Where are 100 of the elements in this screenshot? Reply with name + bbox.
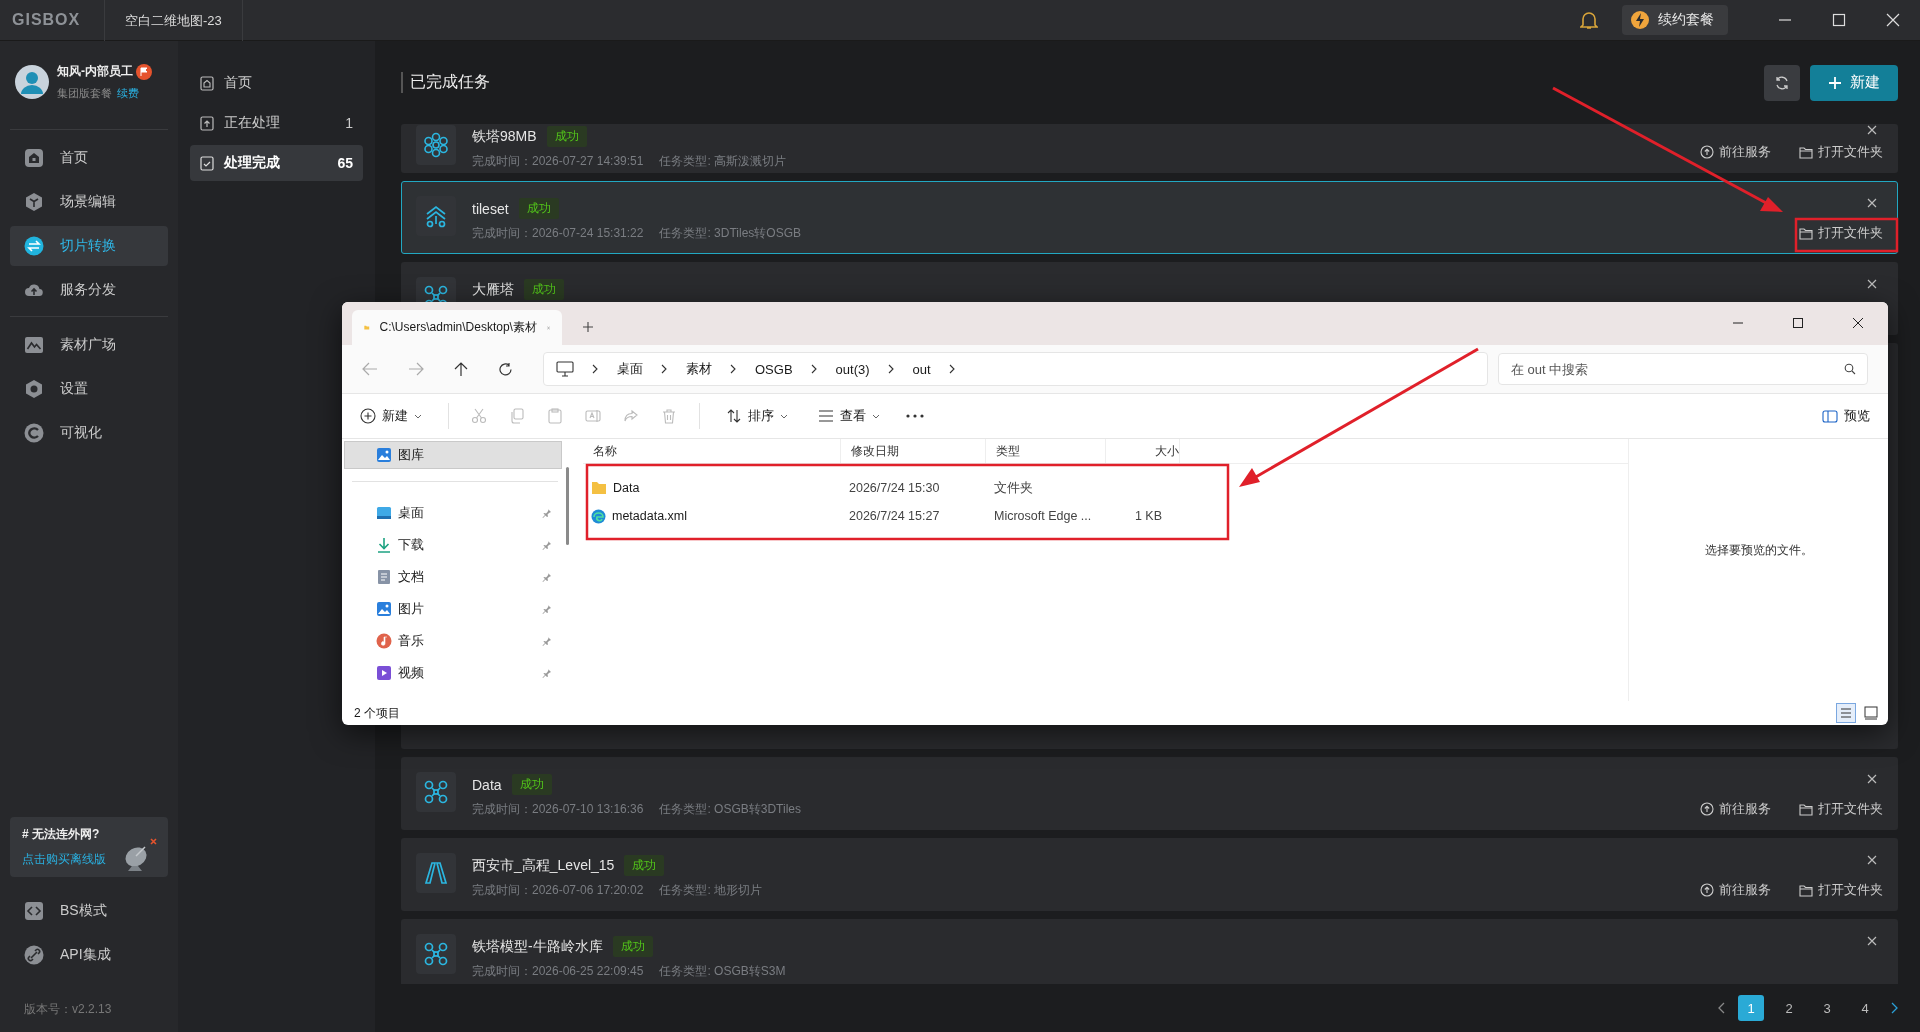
nav-pane-item[interactable]: 视频 — [344, 660, 562, 686]
next-page-icon[interactable] — [1890, 1002, 1898, 1014]
link-icon — [24, 945, 44, 965]
nav-pane-item[interactable]: 文档 — [344, 564, 562, 590]
pin-icon[interactable] — [542, 636, 552, 646]
chevron-icon[interactable] — [887, 364, 895, 374]
nav-item[interactable]: 设置 — [10, 369, 168, 409]
page-button[interactable]: 4 — [1852, 995, 1878, 1021]
nav-pane-item[interactable]: 音乐 — [344, 628, 562, 654]
new-button[interactable]: 新建 — [356, 403, 426, 429]
prev-page-icon[interactable] — [1718, 1002, 1726, 1014]
nav-item[interactable]: 首页 — [10, 138, 168, 178]
sort-button[interactable]: 排序 — [722, 403, 792, 429]
task-name: tileset — [472, 200, 509, 217]
nav-item[interactable]: 切片转换 — [10, 226, 168, 266]
nav-pane-item[interactable]: 下载 — [344, 532, 562, 558]
bell-icon[interactable] — [1580, 10, 1598, 30]
column-header[interactable]: 修改日期 — [841, 439, 986, 463]
page-button[interactable]: 3 — [1814, 995, 1840, 1021]
chevron-icon[interactable] — [948, 364, 956, 374]
up-icon[interactable] — [454, 361, 468, 377]
column-header[interactable]: 名称 — [583, 439, 841, 463]
folder-icon — [1799, 145, 1813, 159]
renew-link[interactable]: 续费 — [117, 87, 139, 99]
preview-button[interactable]: 预览 — [1818, 403, 1874, 429]
promo-link[interactable]: 点击购买离线版 — [22, 851, 156, 868]
nav-item[interactable]: 可视化 — [10, 413, 168, 453]
task-type: 任务类型: 地形切片 — [659, 882, 763, 899]
close-icon[interactable] — [1867, 125, 1877, 135]
maximize-icon[interactable] — [1792, 317, 1804, 329]
c-logo-icon — [24, 423, 44, 443]
file-name[interactable]: metadata.xml — [583, 508, 841, 524]
modified-date: 2026/7/24 15:27 — [848, 509, 941, 523]
page-button[interactable]: 2 — [1776, 995, 1802, 1021]
close-icon[interactable] — [1867, 198, 1877, 208]
view-button[interactable]: 查看 — [814, 403, 884, 429]
nav-pane-item[interactable]: 图库 — [344, 441, 562, 469]
details-view-icon[interactable] — [1836, 703, 1856, 723]
pin-icon[interactable] — [542, 668, 552, 678]
nav-item[interactable]: 场景编辑 — [10, 182, 168, 222]
app-logo: GISBOX — [11, 11, 82, 29]
refresh-button[interactable] — [1764, 64, 1800, 101]
action-link[interactable]: 前往服务 — [1696, 878, 1775, 902]
renew-button[interactable]: 续约套餐 — [1622, 5, 1728, 35]
new-button[interactable]: 新建 — [1810, 64, 1898, 101]
chevron-icon[interactable] — [810, 364, 818, 374]
nav-item[interactable]: BS模式 — [10, 891, 168, 931]
pin-icon[interactable] — [542, 604, 552, 614]
search-field[interactable]: 在 out 中搜索 — [1498, 353, 1868, 385]
file-name[interactable]: Data — [583, 481, 841, 495]
promo-title: # 无法连外网? — [22, 826, 101, 843]
task-name: 大雁塔 — [472, 280, 514, 299]
item-count: 2 个项目 — [354, 704, 400, 722]
chevron-icon[interactable] — [661, 364, 668, 374]
close-icon[interactable] — [1867, 855, 1877, 865]
explorer-tab[interactable]: C:\Users\admin\Desktop\素材 — [352, 310, 562, 345]
task-card[interactable]: Data 成功 完成时间：2026-07-10 13:16:36 任务类型: OSGB转3DTiles 前往服务 打开文件夹 — [401, 757, 1898, 830]
close-icon[interactable] — [1867, 279, 1877, 289]
chevron-icon[interactable] — [730, 364, 737, 374]
refresh-icon[interactable] — [498, 361, 513, 377]
new-tab-icon[interactable] — [582, 321, 594, 333]
subnav-item[interactable]: 处理完成 65 — [190, 145, 363, 181]
nav-item[interactable]: 服务分发 — [10, 270, 168, 310]
close-icon[interactable] — [1867, 774, 1877, 784]
action-link[interactable]: 打开文件夹 — [1795, 878, 1887, 902]
chevron-icon[interactable] — [592, 364, 599, 374]
task-card[interactable]: 铁塔模型-牛路岭水库 成功 完成时间：2026-06-25 22:09:45 任务类型: OSGB转S3M — [401, 919, 1898, 984]
pin-icon[interactable] — [542, 508, 552, 518]
action-link[interactable]: 打开文件夹 — [1795, 797, 1887, 821]
list-icon — [818, 409, 834, 423]
image-icon — [376, 447, 392, 463]
column-header[interactable]: 大小 — [1106, 439, 1180, 463]
nav-pane-item[interactable]: 图片 — [344, 596, 562, 622]
column-header[interactable]: 类型 — [986, 439, 1106, 463]
close-icon[interactable] — [1852, 317, 1864, 329]
nav-item[interactable]: 素材广场 — [10, 325, 168, 365]
tiles-view-icon[interactable] — [1864, 706, 1878, 720]
more-icon[interactable] — [906, 414, 924, 418]
action-link[interactable]: 打开文件夹 — [1795, 140, 1887, 164]
project-tab[interactable]: 空白二维地图-23 — [104, 0, 243, 41]
task-card[interactable]: 铁塔98MB 成功 完成时间：2026-07-27 14:39:51 任务类型: 高斯泼溅切片 前往服务 打开文件夹 — [401, 124, 1898, 173]
cube-icon — [24, 192, 44, 212]
subnav-item[interactable]: 首页 — [190, 65, 363, 101]
subnav-item[interactable]: 正在处理 1 — [190, 105, 363, 141]
action-link[interactable]: 前往服务 — [1696, 140, 1775, 164]
action-link[interactable]: 打开文件夹 — [1795, 221, 1887, 245]
address-bar[interactable]: 桌面 素材 OSGB out(3) out — [543, 352, 1488, 386]
action-link[interactable]: 前往服务 — [1696, 797, 1775, 821]
status-badge: 成功 — [524, 279, 564, 300]
close-icon[interactable] — [1867, 936, 1877, 946]
completion-time: 完成时间：2026-07-10 13:16:36 — [472, 801, 644, 818]
task-card[interactable]: tileset 成功 完成时间：2026-07-24 15:31:22 任务类型: 3DTiles转OSGB 打开文件夹 — [401, 181, 1898, 254]
nav-pane-item[interactable]: 桌面 — [344, 500, 562, 526]
caret-icon — [872, 413, 880, 419]
task-card[interactable]: 西安市_高程_Level_15 成功 完成时间：2026-07-06 17:20:02 任务类型: 地形切片 前往服务 打开文件夹 — [401, 838, 1898, 911]
pin-icon[interactable] — [542, 540, 552, 550]
pin-icon[interactable] — [542, 572, 552, 582]
flower-icon — [423, 132, 449, 158]
avatar-icon[interactable] — [15, 65, 49, 99]
nav-item[interactable]: API集成 — [10, 935, 168, 975]
